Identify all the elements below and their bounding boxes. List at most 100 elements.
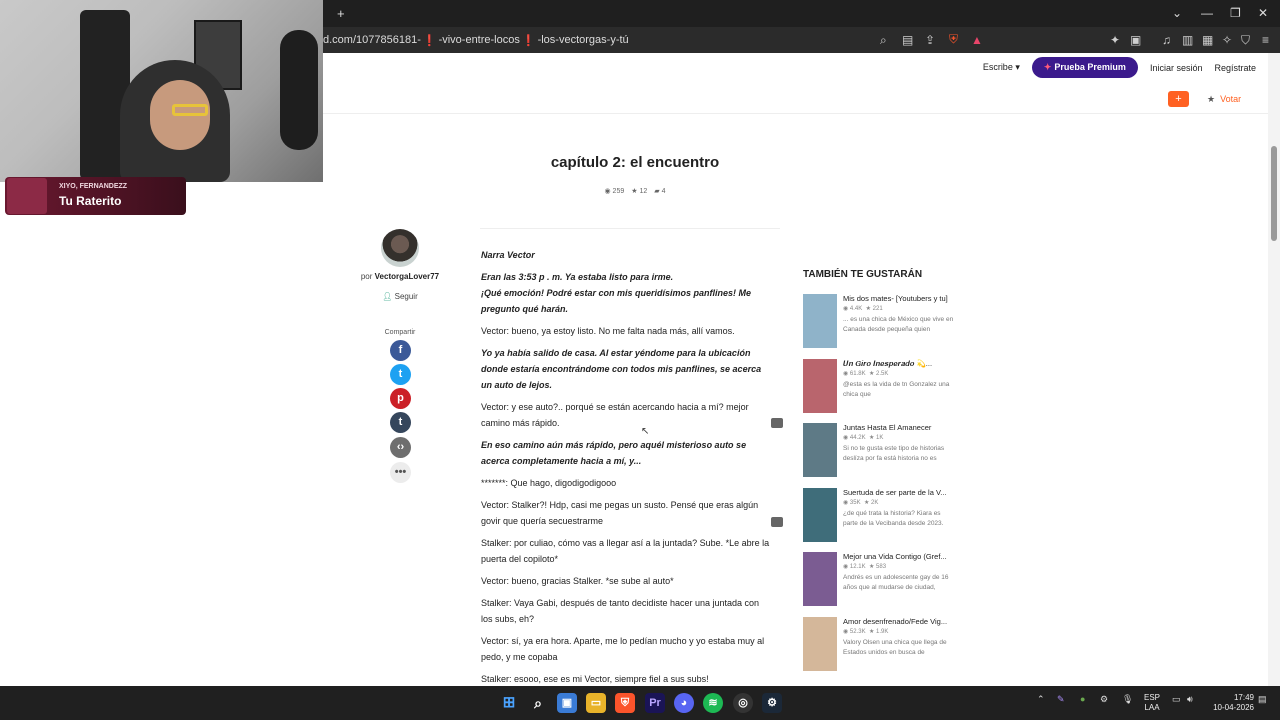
star-icon: ★ (1207, 94, 1216, 104)
follow-icon: 👤︎ (382, 292, 393, 301)
follow-button[interactable]: 👤︎ Seguir (375, 290, 425, 304)
recommended-story[interactable]: Amor desenfrenado/Fede Vig... ◉ 52.3K ★ 1… (803, 617, 953, 671)
minimize-icon[interactable]: — (1201, 6, 1213, 20)
register-link[interactable]: Regístrate (1214, 63, 1256, 73)
add-to-list-button[interactable]: + (1168, 91, 1189, 107)
brave-browser-icon[interactable]: ⛨ (615, 693, 635, 713)
media-icon[interactable]: ♫ (1162, 34, 1171, 46)
close-window-icon[interactable]: ✕ (1258, 6, 1268, 20)
reads-stat: ◉ 259 (604, 187, 624, 195)
story-cover[interactable] (803, 488, 837, 542)
inline-comment-icon[interactable] (771, 418, 783, 428)
tab-search-icon[interactable]: ⌄ (1172, 6, 1182, 20)
story-cover[interactable] (803, 552, 837, 606)
recommended-title[interactable]: Mejor una Vida Contigo (Gref... (843, 552, 953, 561)
extensions-icon[interactable]: ✦ (1110, 34, 1120, 46)
premium-label: Prueba Premium (1054, 62, 1126, 72)
inline-comment-icon[interactable] (771, 517, 783, 527)
obs-icon[interactable]: ◎ (733, 693, 753, 713)
now-playing-card: XIYO, FERNANDEZZ Tu Raterito (5, 177, 186, 215)
page-scrollbar[interactable] (1268, 53, 1280, 686)
eye-icon: ◉ (843, 371, 849, 377)
discord-icon[interactable]: ◕ (674, 693, 694, 713)
network-icon[interactable]: ▭ (1172, 694, 1181, 705)
story-text: Narra Vector Eran las 3:53 p . m. Ya esta… (481, 247, 771, 693)
story-paragraph: Stalker: por culiao, cómo vas a llegar a… (481, 538, 770, 564)
leo-ai-icon[interactable]: ✧ (1222, 34, 1232, 46)
recommended-title[interactable]: Mis dos mates- [Youtubers y tu] (843, 294, 953, 303)
start-icon[interactable]: ⊞ (499, 693, 519, 713)
menu-icon[interactable]: ≡ (1262, 34, 1269, 46)
steam-tray-icon[interactable]: ⚙ (1100, 694, 1108, 705)
xbox-icon[interactable]: ● (1080, 694, 1085, 704)
recommended-story[interactable]: Juntas Hasta El Amanecer ◉ 44.2K ★ 1K Si n… (803, 423, 953, 477)
story-cover[interactable] (803, 359, 837, 413)
star-icon: ★ (868, 564, 875, 570)
eye-icon: ◉ (843, 306, 849, 312)
rewards-icon[interactable]: ▲ (971, 34, 983, 46)
system-clock[interactable]: 17:49 10-04-2026 (1208, 693, 1254, 713)
recommended-reads: 61.8K (849, 371, 866, 377)
vpn-icon[interactable]: ⛉ (1241, 34, 1250, 46)
vote-button[interactable]: ★ Votar (1207, 94, 1241, 105)
recommended-story[interactable]: Mejor una Vida Contigo (Gref... ◉ 12.1K ★… (803, 552, 953, 606)
recommended-reads: 12.1K (849, 564, 866, 570)
volume-icon[interactable]: 🔊︎ (1187, 694, 1193, 705)
login-link[interactable]: Iniciar sesión (1150, 63, 1203, 73)
author-name[interactable]: VectorgaLover77 (375, 272, 439, 281)
shield-icon[interactable]: ⛨ (949, 33, 958, 45)
screenshot-icon[interactable]: ▣ (1130, 34, 1141, 46)
eye-icon: ◉ (604, 188, 611, 195)
lang-layout: LAA (1144, 703, 1160, 712)
twitter-share-icon[interactable]: t (390, 364, 411, 385)
steam-icon[interactable]: ⚙ (762, 693, 782, 713)
recommended-stats: ◉ 12.1K ★ 583 (843, 563, 886, 570)
sidebar-icon[interactable]: ▥ (1182, 34, 1193, 46)
recommended-story[interactable]: 𝑼𝒏 𝑮𝒊𝒓𝒐 𝑰𝒏𝒆𝒔𝒑𝒆𝒓𝒂𝒅𝒐 💫... ◉ 61.8K ★ 2.5K @es… (803, 359, 953, 413)
zoom-icon[interactable]: ⌕ (880, 34, 887, 46)
comment-icon: ▰ (654, 188, 660, 195)
recommended-title[interactable]: Juntas Hasta El Amanecer (843, 423, 953, 432)
embed-share-icon[interactable]: ‹› (390, 437, 411, 458)
url-field[interactable]: d.com/1077856181- ❗ -vivo-entre-locos ❗ … (323, 31, 993, 49)
pinterest-share-icon[interactable]: p (390, 388, 411, 409)
more-share-icon[interactable]: ••• (390, 462, 411, 483)
widgets-icon[interactable]: ▣ (557, 693, 577, 713)
webcam-overlay (0, 0, 323, 182)
premiere-icon[interactable]: Pr (645, 693, 665, 713)
notifications-icon[interactable]: ▤ (1258, 694, 1267, 705)
share-page-icon[interactable]: ⇪ (925, 34, 935, 46)
votes-stat: ★ 12 (631, 187, 647, 195)
search-icon[interactable]: ⌕ (528, 693, 548, 713)
wallet-icon[interactable]: ▦ (1202, 34, 1213, 46)
story-cover[interactable] (803, 617, 837, 671)
scroll-thumb[interactable] (1271, 146, 1277, 241)
pen-icon[interactable]: ✎ (1057, 694, 1065, 705)
new-tab-button[interactable]: + (337, 6, 345, 21)
author-avatar[interactable] (381, 229, 419, 267)
recommended-title[interactable]: Amor desenfrenado/Fede Vig... (843, 617, 953, 626)
recommended-title[interactable]: Suertuda de ser parte de la V... (843, 488, 953, 497)
tray-overflow-icon[interactable]: ⌃ (1037, 694, 1045, 705)
story-cover[interactable] (803, 423, 837, 477)
facebook-share-icon[interactable]: f (390, 340, 411, 361)
mic-icon[interactable]: 🎙︎ (1122, 694, 1133, 705)
recommended-reads: 52.3K (849, 629, 866, 635)
tumblr-share-icon[interactable]: t (390, 412, 411, 433)
file-explorer-icon[interactable]: ▭ (586, 693, 606, 713)
recommended-story[interactable]: Mis dos mates- [Youtubers y tu] ◉ 4.4K ★ … (803, 294, 953, 348)
maximize-icon[interactable]: ❐ (1230, 6, 1241, 20)
clock-time: 17:49 (1233, 693, 1254, 702)
story-cover[interactable] (803, 294, 837, 348)
recommended-votes: 2K (871, 500, 879, 506)
premium-button[interactable]: ✦ Prueba Premium (1031, 57, 1138, 78)
language-indicator[interactable]: ESP LAA (1142, 693, 1162, 713)
write-menu[interactable]: Escribe ▾ (983, 62, 1020, 73)
spotify-icon[interactable]: ≋ (703, 693, 723, 713)
recommended-reads: 44.2K (849, 435, 866, 441)
recommended-title[interactable]: 𝑼𝒏 𝑮𝒊𝒓𝒐 𝑰𝒏𝒆𝒔𝒑𝒆𝒓𝒂𝒅𝒐 💫... (843, 359, 953, 369)
reader-mode-icon[interactable]: ▤ (902, 34, 913, 46)
recommended-stats: ◉ 61.8K ★ 2.5K (843, 370, 888, 377)
story-paragraph: Eran las 3:53 p . m. Ya estaba listo par… (481, 272, 752, 314)
recommended-story[interactable]: Suertuda de ser parte de la V... ◉ 35K ★ … (803, 488, 953, 542)
